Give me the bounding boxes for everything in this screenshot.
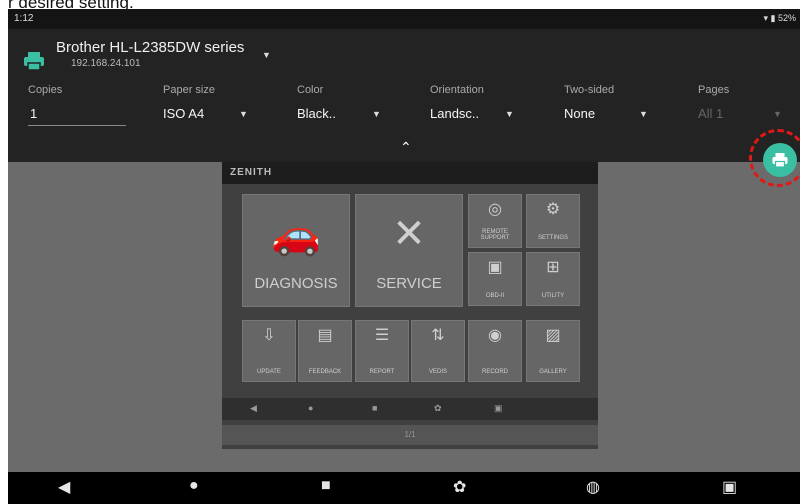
battery-level: 52% — [777, 13, 796, 23]
settings-icon: ✿ — [434, 403, 442, 413]
tile-record: ◉ RECORD — [468, 320, 522, 382]
tile-label: GALLERY — [539, 369, 567, 375]
print-options-panel: Brother HL-L2385DW series 192.168.24.101… — [8, 29, 800, 162]
color-select[interactable]: Black.. — [297, 106, 336, 121]
tile-label: OBD-II — [485, 293, 505, 299]
tile-label: UTILITY — [541, 293, 565, 299]
status-bar: 1:12 ▾ ▮ 52% — [8, 9, 800, 29]
orientation-dropdown-icon[interactable]: ▼ — [505, 109, 514, 119]
tile-label: RECORD — [481, 369, 508, 375]
battery-icon: ▮ — [770, 13, 776, 23]
vedis-icon: ⇅ — [431, 327, 445, 344]
tile-label: SETTINGS — [537, 235, 568, 241]
screenshot-icon: ▣ — [494, 403, 503, 413]
collapse-caret-icon[interactable]: ⌃ — [400, 139, 412, 156]
print-preview-page[interactable]: ZENITH 🚗 DIAGNOSIS ✕ SERVICE ◎ REMOTE SU… — [222, 162, 598, 449]
nav-back-icon[interactable]: ◀ — [58, 477, 70, 497]
status-time: 1:12 — [14, 13, 34, 24]
nav-home-icon[interactable]: ● — [189, 477, 199, 495]
orientation-select[interactable]: Landsc.. — [430, 106, 479, 121]
two-sided-label: Two-sided — [564, 84, 615, 96]
orientation-label: Orientation — [430, 84, 484, 96]
tile-label: REMOTE SUPPORT — [480, 229, 510, 241]
pages-label: Pages — [698, 84, 730, 96]
tile-diagnosis: 🚗 DIAGNOSIS — [242, 194, 350, 307]
tile-label: FEEDBACK — [308, 369, 342, 375]
tile-label: VEDIS — [428, 369, 447, 375]
page-number: 1/1 — [222, 425, 598, 445]
print-button[interactable] — [763, 143, 797, 177]
tools-icon: ✕ — [392, 212, 426, 256]
tile-label: REPORT — [369, 369, 395, 375]
copies-input[interactable]: 1 — [30, 106, 37, 121]
paper-size-dropdown-icon[interactable]: ▼ — [239, 109, 248, 119]
nav-recents-icon[interactable]: ■ — [321, 477, 331, 495]
tile-service: ✕ SERVICE — [355, 194, 463, 307]
app-logo: ZENITH — [230, 167, 273, 178]
record-icon: ◉ — [488, 327, 502, 344]
pages-select[interactable]: All 1 — [698, 106, 723, 121]
preview-app-nav: ◀ ● ■ ✿ ▣ — [222, 398, 598, 420]
remote-icon: ◎ — [488, 201, 502, 218]
tile-remote: ◎ REMOTE SUPPORT — [468, 194, 522, 248]
tile-vedis: ⇅ VEDIS — [411, 320, 465, 382]
copies-label: Copies — [28, 84, 63, 96]
tablet-screen: 1:12 ▾ ▮ 52% Brother HL-L2385DW series 1… — [8, 9, 800, 504]
nav-settings-icon[interactable]: ✿ — [453, 477, 466, 497]
log-icon: ▤ — [317, 327, 333, 344]
tile-gallery: ▨ GALLERY — [526, 320, 580, 382]
nav-chrome-icon[interactable]: ◍ — [586, 477, 600, 497]
print-icon — [772, 153, 788, 168]
two-sided-dropdown-icon[interactable]: ▼ — [639, 109, 648, 119]
android-nav-bar: ◀ ● ■ ✿ ◍ ▣ — [8, 472, 800, 504]
download-icon: ⇩ — [262, 327, 276, 344]
paper-size-label: Paper size — [163, 84, 215, 96]
utility-icon: ⊞ — [546, 259, 560, 276]
color-dropdown-icon[interactable]: ▼ — [372, 109, 381, 119]
report-icon: ☰ — [374, 327, 390, 344]
status-icons: ▾ ▮ 52% — [763, 13, 796, 24]
obd-icon: ▣ — [487, 259, 503, 276]
preview-app-header: ZENITH — [222, 162, 598, 184]
tile-feedback: ▤ FEEDBACK — [298, 320, 352, 382]
tile-update: ⇩ UPDATE — [242, 320, 296, 382]
tile-settings: ⚙ SETTINGS — [526, 194, 580, 248]
gear-icon: ⚙ — [545, 201, 561, 218]
home-icon: ● — [308, 403, 314, 413]
printer-selector[interactable]: Brother HL-L2385DW series — [56, 39, 244, 56]
tile-report: ☰ REPORT — [355, 320, 409, 382]
tile-label: UPDATE — [257, 369, 281, 375]
printer-dropdown-icon[interactable]: ▼ — [262, 50, 271, 60]
tile-label: SERVICE — [376, 275, 442, 292]
car-icon: 🚗 — [271, 213, 321, 257]
color-label: Color — [297, 84, 324, 96]
nav-screenshot-icon[interactable]: ▣ — [722, 477, 737, 497]
tile-obdii: ▣ OBD-II — [468, 252, 522, 306]
copies-underline — [28, 125, 126, 126]
wifi-icon: ▾ — [763, 13, 768, 23]
back-icon: ◀ — [250, 403, 257, 413]
gallery-icon: ▨ — [545, 327, 561, 344]
printer-ip: 192.168.24.101 — [71, 58, 141, 69]
paper-size-select[interactable]: ISO A4 — [163, 106, 204, 121]
tile-label: DIAGNOSIS — [254, 275, 338, 292]
tile-utility: ⊞ UTILITY — [526, 252, 580, 306]
recents-icon: ■ — [372, 403, 378, 413]
two-sided-select[interactable]: None — [564, 106, 595, 121]
printer-icon — [24, 52, 44, 71]
pages-dropdown-icon[interactable]: ▼ — [773, 109, 782, 119]
